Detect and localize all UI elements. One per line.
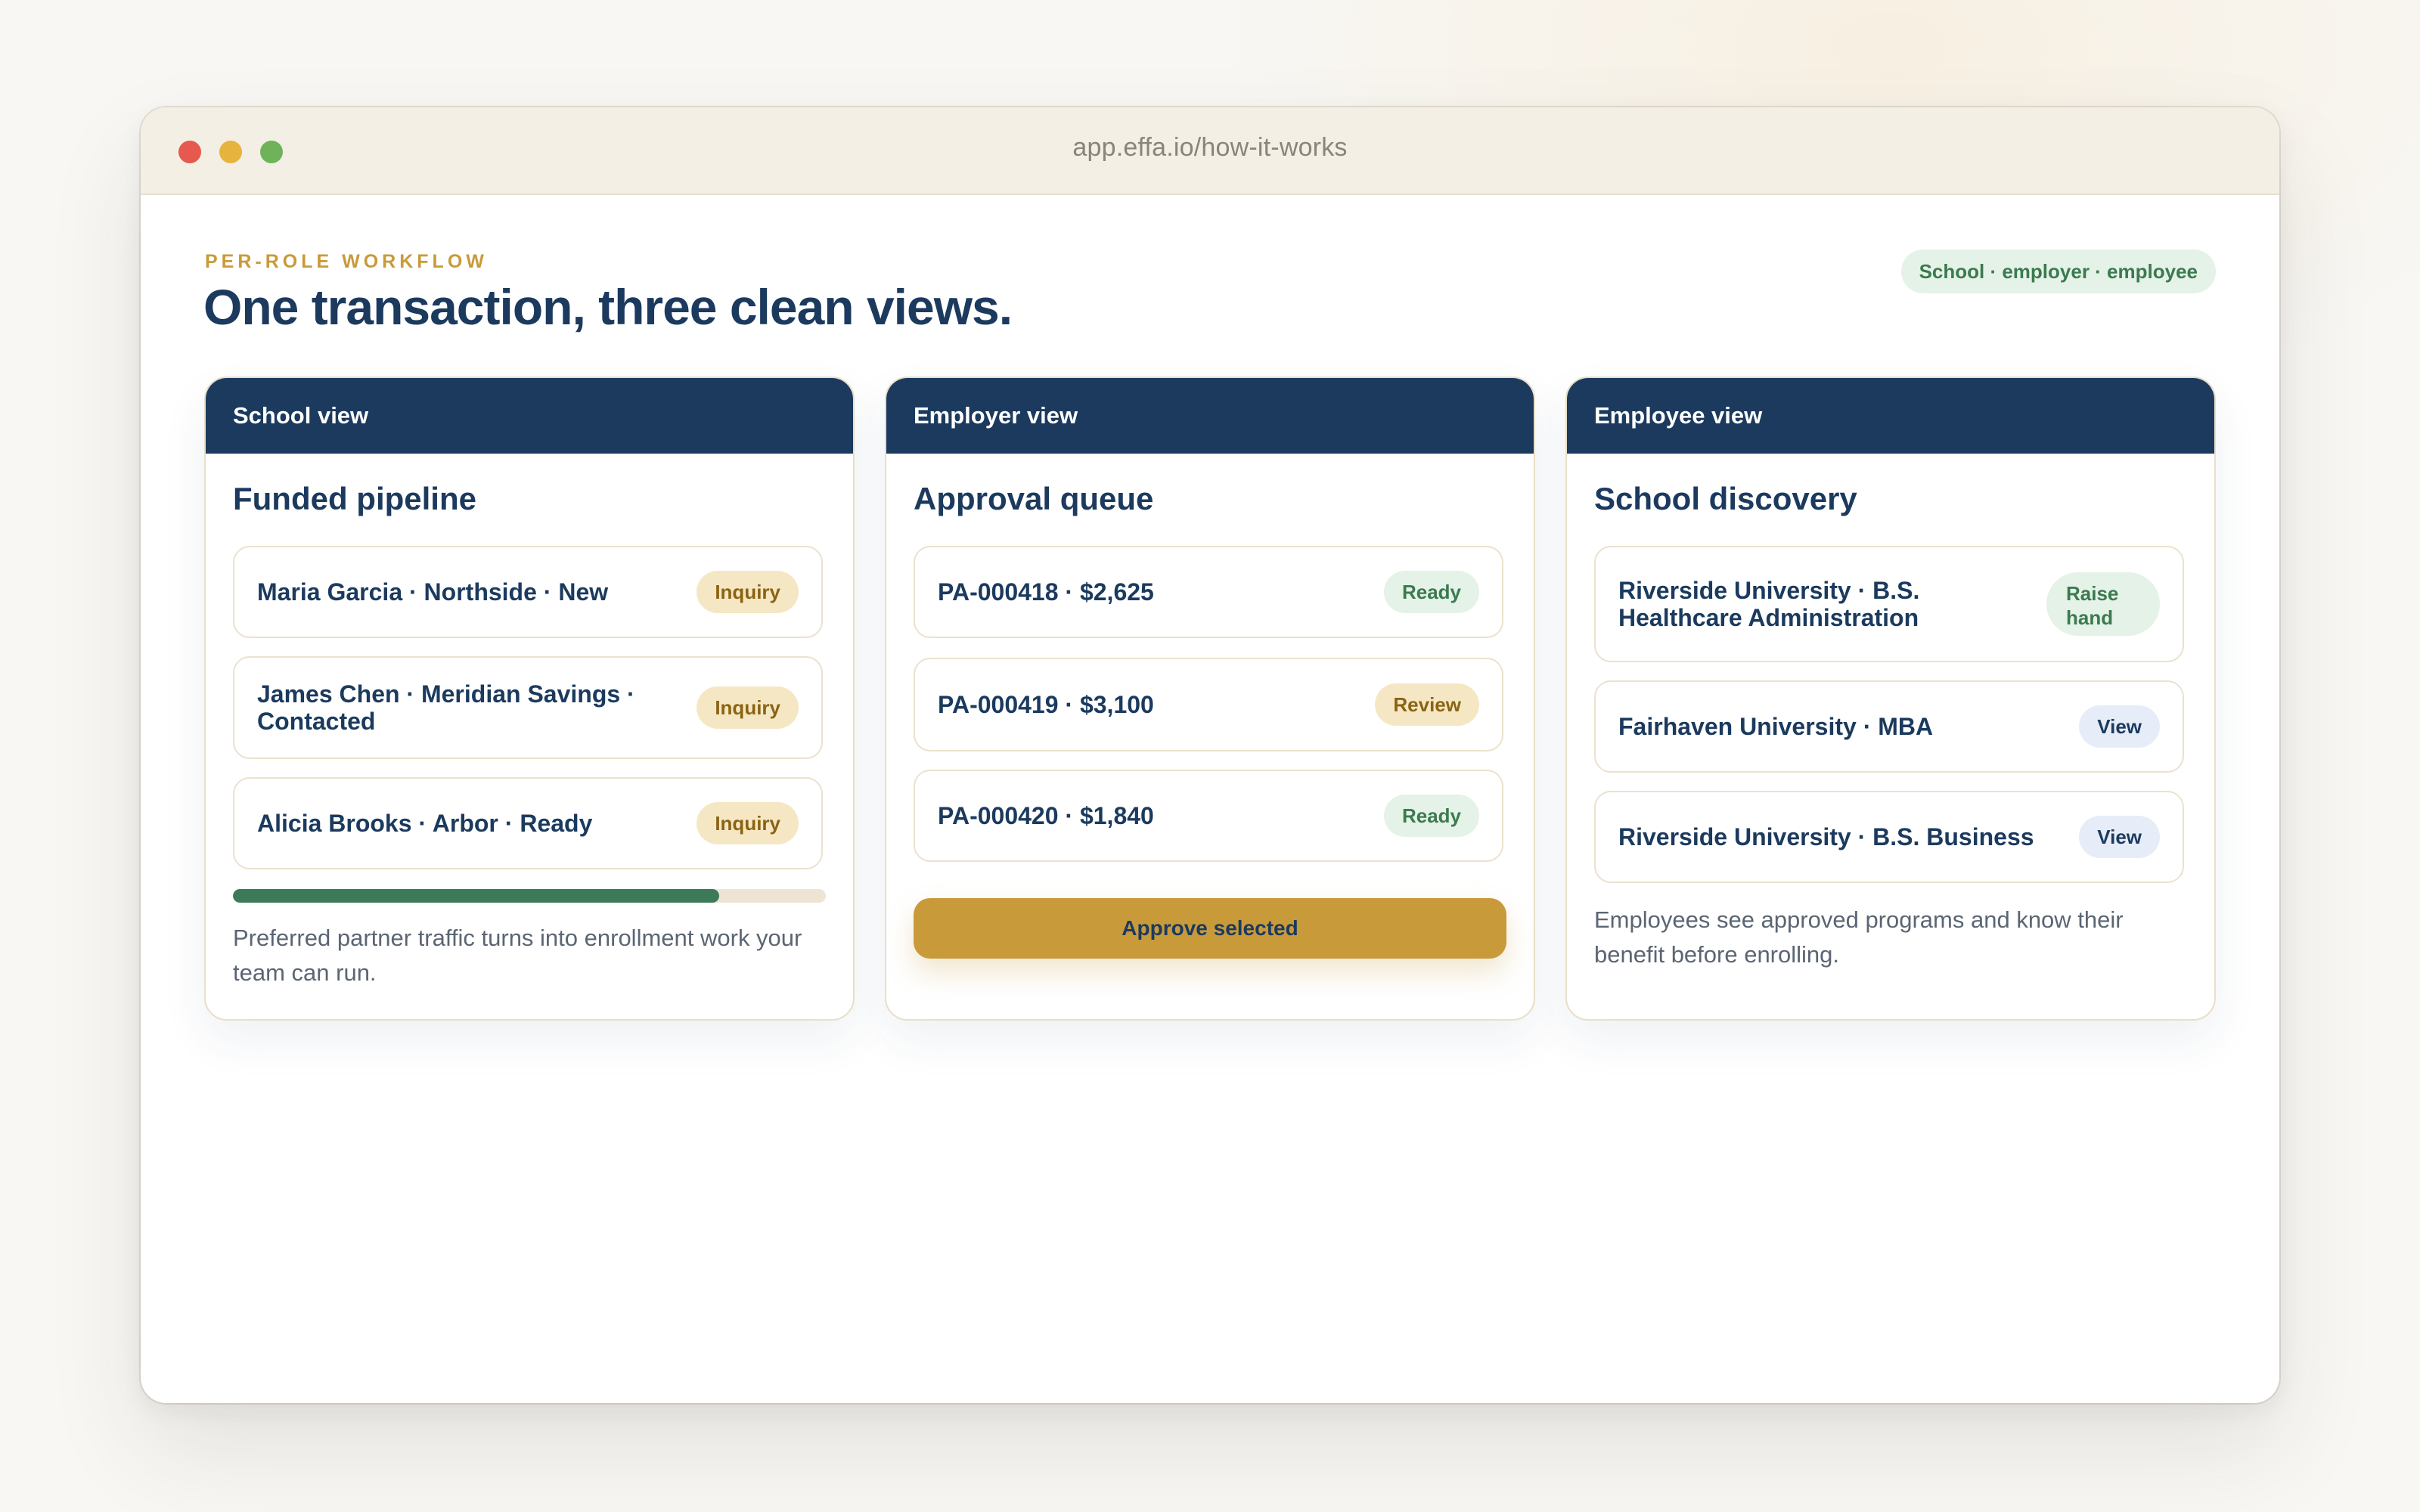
- approval-row[interactable]: PA-000418 · $2,625 Ready: [914, 546, 1503, 638]
- pipeline-row[interactable]: Maria Garcia · Northside · New Inquiry: [233, 546, 823, 638]
- browser-window: app.effa.io/how-it-works PER-ROLE WORKFL…: [141, 107, 2279, 1403]
- row-label: Fairhaven University · MBA: [1618, 713, 1934, 740]
- view-button[interactable]: View: [2079, 816, 2160, 858]
- status-badge: Ready: [1383, 795, 1479, 837]
- pipeline-row[interactable]: James Chen · Meridian Savings · Contacte…: [233, 656, 823, 759]
- approval-row[interactable]: PA-000419 · $3,100 Review: [914, 658, 1503, 751]
- row-label: Riverside University · B.S. Healthcare A…: [1618, 577, 1920, 631]
- url-bar[interactable]: app.effa.io/how-it-works: [141, 133, 2279, 163]
- status-badge: Inquiry: [697, 686, 799, 729]
- program-row[interactable]: Riverside University · B.S. Healthcare A…: [1594, 546, 2184, 662]
- program-row[interactable]: Fairhaven University · MBA View: [1594, 680, 2184, 773]
- pipeline-progress-bar: [233, 889, 826, 903]
- approval-row[interactable]: PA-000420 · $1,840 Ready: [914, 770, 1503, 862]
- card-description: Employees see approved programs and know…: [1594, 906, 2124, 968]
- status-badge: Ready: [1383, 571, 1479, 613]
- card-title: Funded pipeline: [233, 481, 476, 516]
- roles-pill: School · employer · employee: [1900, 249, 2216, 293]
- program-row[interactable]: Riverside University · B.S. Business Vie…: [1594, 791, 2184, 883]
- status-badge: Review: [1375, 683, 1479, 726]
- pipeline-row[interactable]: Alicia Brooks · Arbor · Ready Inquiry: [233, 777, 823, 869]
- row-label: James Chen · Meridian Savings · Contacte…: [257, 680, 635, 735]
- card-title: Approval queue: [914, 481, 1154, 516]
- card-header: Employer view: [886, 378, 1534, 454]
- view-button[interactable]: View: [2079, 705, 2160, 748]
- status-badge: Inquiry: [697, 802, 799, 844]
- row-label: PA-000420 · $1,840: [938, 802, 1154, 829]
- employer-view-card: Employer view Approval queue PA-000418 ·…: [885, 376, 1535, 1021]
- status-badge: Inquiry: [697, 571, 799, 613]
- page-title: One transaction, three clean views.: [203, 279, 1013, 335]
- progress-fill: [233, 889, 719, 903]
- approve-selected-button[interactable]: Approve selected: [914, 898, 1506, 959]
- title-bar: app.effa.io/how-it-works: [141, 107, 2279, 195]
- section-eyebrow: PER-ROLE WORKFLOW: [205, 251, 488, 272]
- row-label: Riverside University · B.S. Business: [1618, 823, 2034, 850]
- employee-view-card: Employee view School discovery Riverside…: [1565, 376, 2216, 1021]
- school-view-card: School view Funded pipeline Maria Garcia…: [204, 376, 855, 1021]
- card-header: Employee view: [1567, 378, 2214, 454]
- card-title: School discovery: [1594, 481, 1857, 516]
- row-label: PA-000418 · $2,625: [938, 578, 1154, 606]
- row-label: Alicia Brooks · Arbor · Ready: [257, 810, 593, 837]
- card-description: Preferred partner traffic turns into enr…: [233, 925, 802, 986]
- row-label: Maria Garcia · Northside · New: [257, 578, 609, 606]
- row-label: PA-000419 · $3,100: [938, 691, 1154, 718]
- raise-hand-button[interactable]: Raise hand: [2046, 572, 2160, 636]
- card-header: School view: [206, 378, 853, 454]
